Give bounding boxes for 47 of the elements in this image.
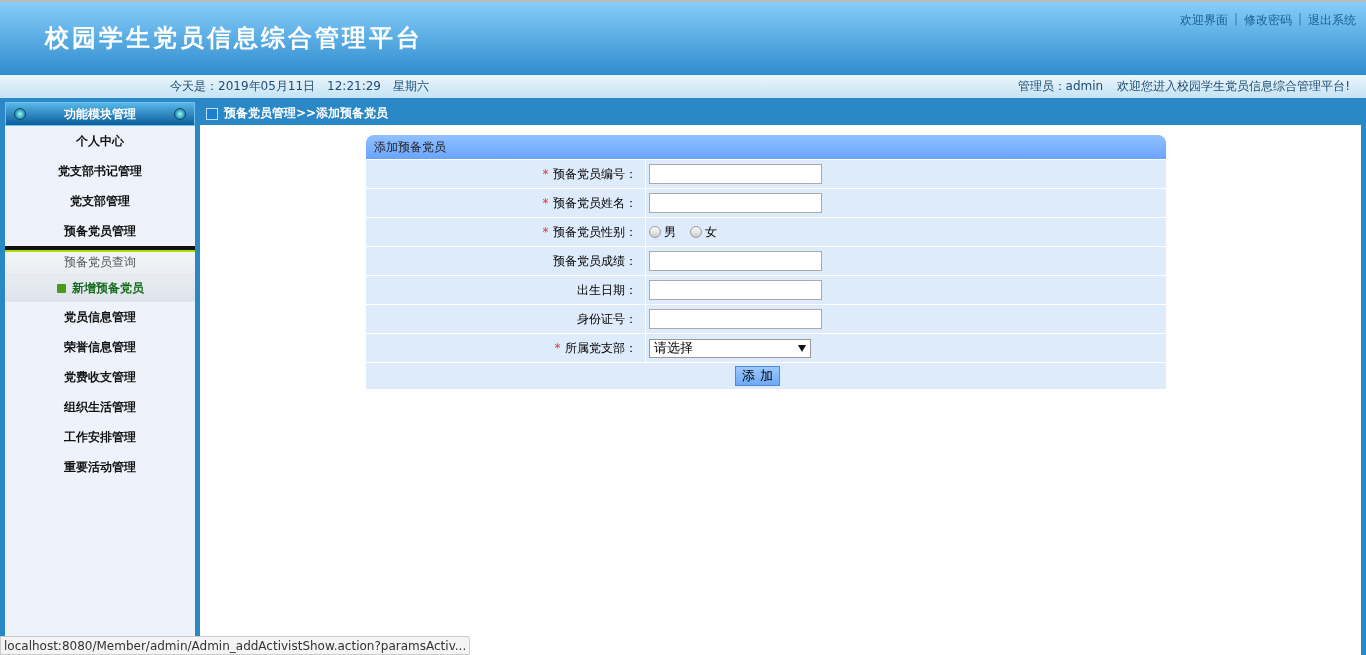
menu-item[interactable]: 组织生活管理 [5, 392, 195, 422]
menu-item[interactable]: 荣誉信息管理 [5, 332, 195, 362]
required-mark: * [542, 225, 549, 239]
input-field[interactable] [648, 309, 822, 329]
add-button[interactable]: 添 加 [735, 366, 780, 386]
radio-button[interactable] [689, 226, 702, 238]
input-field[interactable] [648, 251, 822, 271]
link-separator: | [1233, 12, 1238, 28]
caret-icon [797, 344, 806, 352]
site-title: 校园学生党员信息综合管理平台 [45, 22, 423, 54]
field-label: 所属党支部： [564, 339, 637, 357]
knob-icon [14, 108, 26, 120]
field-label: 预备党员性别： [552, 223, 637, 241]
link-separator: | [1297, 12, 1302, 28]
menu-item[interactable]: 党费收支管理 [5, 362, 195, 392]
date-text: 今天是：2019年05月11日 12:21:29 星期六 [170, 78, 429, 95]
submenu-item[interactable]: 预备党员查询 [5, 250, 195, 276]
menu-item[interactable]: 个人中心 [5, 126, 195, 156]
field-label: 预备党员姓名： [552, 194, 637, 212]
menu-item[interactable]: 预备党员管理 [5, 216, 195, 246]
menu-item[interactable]: 党支部书记管理 [5, 156, 195, 186]
radio-label: 男 [663, 223, 676, 241]
field-label: 预备党员成绩： [552, 252, 637, 270]
status-url: localhost:8080/Member/admin/Admin_addActivistShow.action?paramsActiv... [0, 636, 471, 655]
input-field[interactable] [648, 164, 822, 184]
admin-text: 管理员：admin [1017, 78, 1104, 95]
menu-item[interactable]: 工作安排管理 [5, 422, 195, 452]
required-mark: * [542, 196, 549, 210]
input-field[interactable] [648, 193, 822, 213]
input-field[interactable] [648, 280, 822, 300]
breadcrumb: 预备党员管理>>添加预备党员 [224, 105, 389, 122]
dropdown[interactable]: 请选择 [648, 338, 811, 358]
sidebar-title: 功能模块管理 [64, 105, 136, 123]
welcome-text: 欢迎您进入校园学生党员信息综合管理平台! [1117, 78, 1350, 95]
knob-icon [174, 108, 186, 120]
required-mark: * [554, 341, 561, 355]
field-label: 出生日期： [576, 281, 637, 299]
radio-button[interactable] [648, 226, 661, 238]
menu-item[interactable]: 党支部管理 [5, 186, 195, 216]
field-label: 身份证号： [576, 310, 637, 328]
submenu-item[interactable]: 新增预备党员 [5, 276, 195, 302]
field-label: 预备党员编号： [552, 165, 637, 183]
menu-item[interactable]: 党员信息管理 [5, 302, 195, 332]
menu-item[interactable]: 重要活动管理 [5, 452, 195, 482]
required-mark: * [542, 167, 549, 181]
form-title: 添加预备党员 [373, 138, 446, 156]
radio-label: 女 [704, 223, 717, 241]
